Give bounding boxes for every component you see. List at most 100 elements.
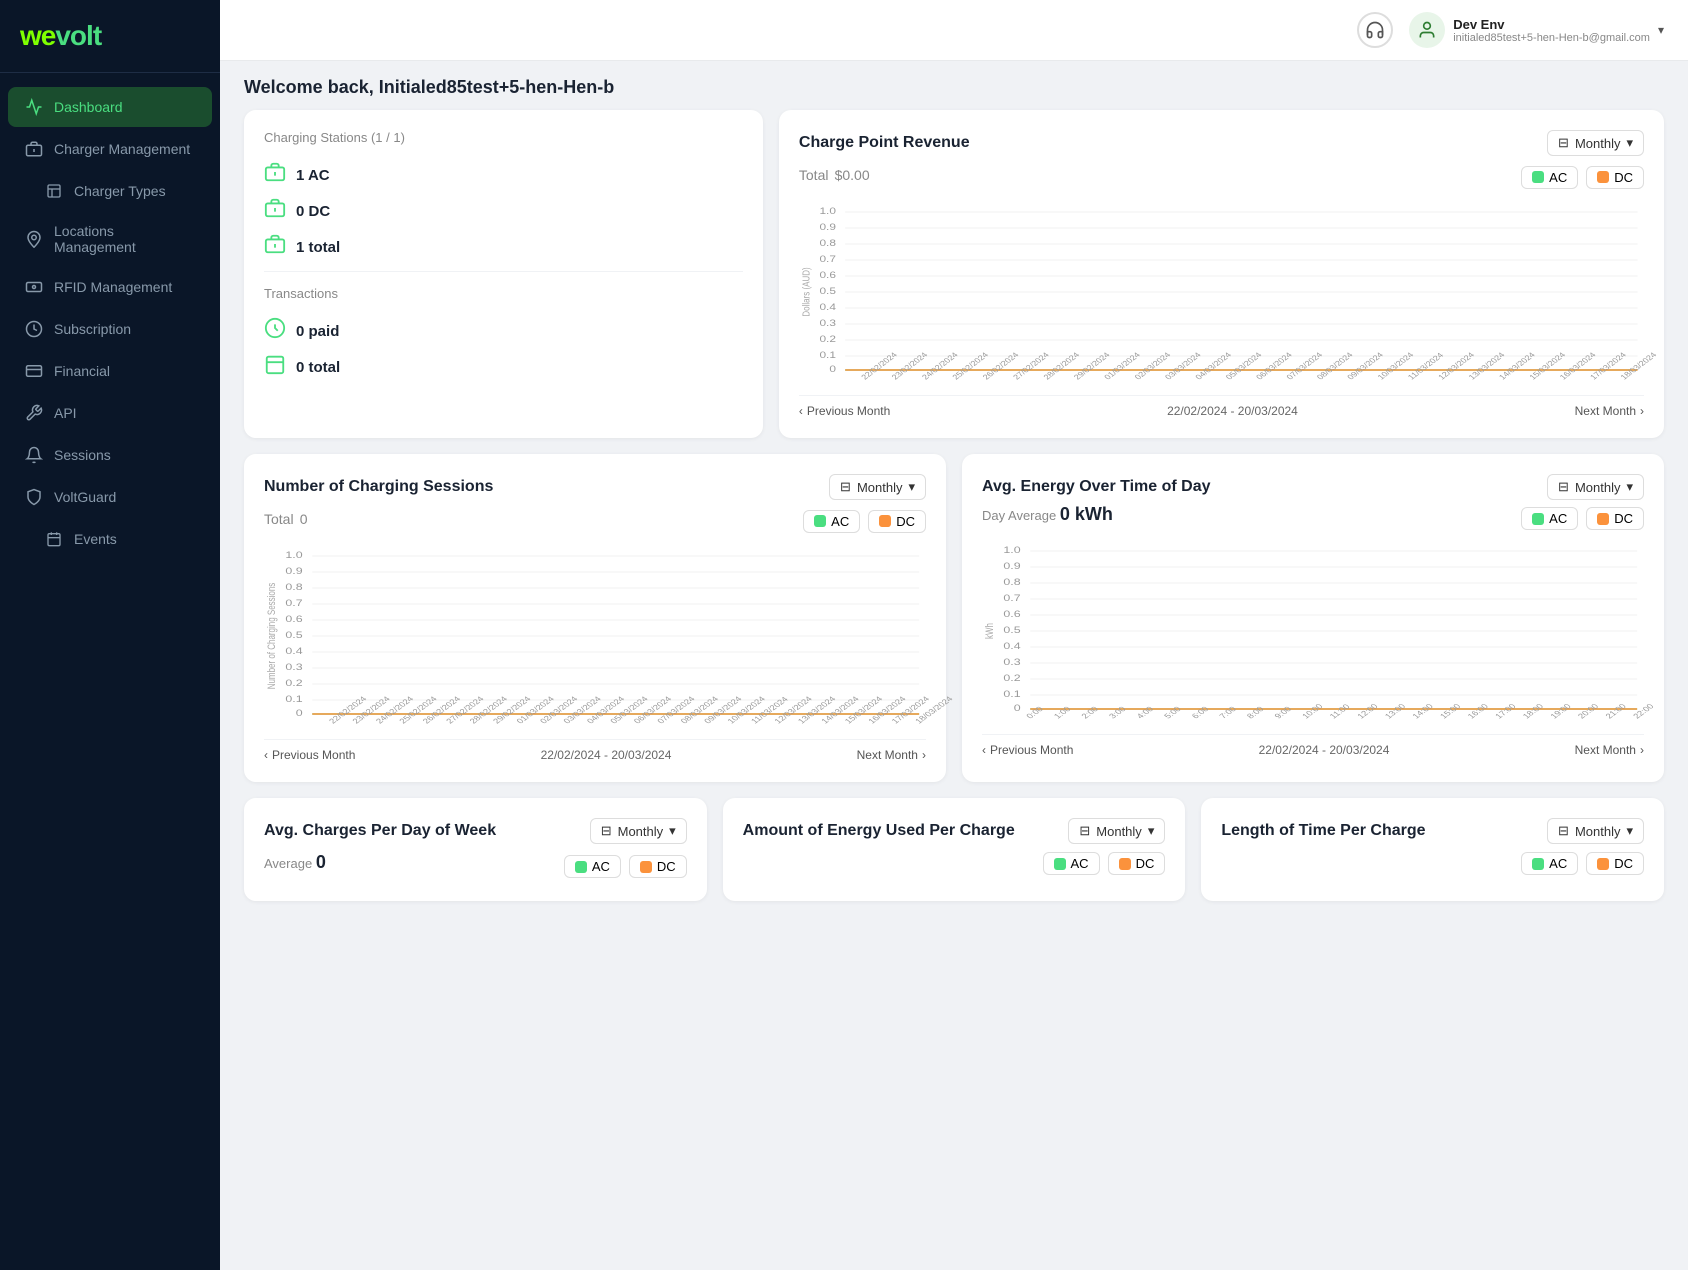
svg-text:0.3: 0.3 [819, 318, 836, 328]
total-transactions-icon [264, 353, 286, 381]
svg-text:0.8: 0.8 [819, 238, 836, 248]
sidebar-nav: Dashboard Charger Management Charger Typ… [0, 77, 220, 1270]
svg-text:0.1: 0.1 [819, 350, 836, 360]
legend-dc[interactable]: DC [1586, 852, 1644, 875]
svg-text:0.2: 0.2 [819, 334, 836, 344]
svg-text:0.6: 0.6 [819, 270, 836, 280]
sessions-prev-month[interactable]: ‹ Previous Month [264, 748, 355, 762]
dashboard-grid: Charging Stations (1 / 1) 1 AC 0 DC [220, 110, 1688, 925]
svg-text:17:00: 17:00 [1493, 702, 1518, 720]
avg-charges-average: Average 0 [264, 852, 326, 873]
svg-text:0.2: 0.2 [1003, 674, 1020, 684]
svg-text:8:00: 8:00 [1244, 704, 1266, 720]
sidebar-item-locations[interactable]: Locations Management [8, 213, 212, 265]
svg-text:0.7: 0.7 [1003, 594, 1020, 604]
sidebar-item-sessions[interactable]: Sessions [8, 435, 212, 475]
time-per-charge-filter-btn[interactable]: ⊟ Monthly ▾ [1547, 818, 1644, 844]
legend-dc[interactable]: DC [629, 855, 687, 878]
svg-text:11:00: 11:00 [1327, 702, 1352, 720]
legend-dc[interactable]: DC [1586, 166, 1644, 189]
transactions-title: Transactions [264, 286, 743, 301]
sidebar-item-label: RFID Management [54, 279, 172, 295]
sidebar-item-voltguard[interactable]: VoltGuard [8, 477, 212, 517]
sessions-icon [24, 445, 44, 465]
sidebar-item-subscription[interactable]: Subscription [8, 309, 212, 349]
sidebar-item-label: Charger Management [54, 141, 190, 157]
legend-dc[interactable]: DC [1108, 852, 1166, 875]
filter-icon: ⊟ [1558, 479, 1569, 495]
energy-per-charge-filter-btn[interactable]: ⊟ Monthly ▾ [1068, 818, 1165, 844]
energy-per-charge-header: Amount of Energy Used Per Charge ⊟ Month… [743, 818, 1166, 844]
sidebar-item-api[interactable]: API [8, 393, 212, 433]
user-menu[interactable]: Dev Env initialed85test+5-hen-Hen-b@gmai… [1409, 12, 1664, 48]
total-charger-icon [264, 233, 286, 261]
avg-charges-day-card: Avg. Charges Per Day of Week ⊟ Monthly ▾… [244, 798, 707, 901]
main-content: Dev Env initialed85test+5-hen-Hen-b@gmai… [220, 0, 1688, 1270]
sessions-next-month[interactable]: Next Month › [857, 748, 926, 762]
svg-text:15:00: 15:00 [1438, 702, 1463, 720]
svg-text:21:00: 21:00 [1603, 702, 1628, 720]
rfid-icon [24, 277, 44, 297]
user-email: initialed85test+5-hen-Hen-b@gmail.com [1453, 32, 1650, 44]
energy-filter-btn[interactable]: ⊟ Monthly ▾ [1547, 474, 1644, 500]
sidebar-item-label: Locations Management [54, 223, 196, 255]
sidebar-item-events[interactable]: Events [8, 519, 212, 559]
sidebar-item-label: Events [74, 531, 117, 547]
sidebar-item-rfid[interactable]: RFID Management [8, 267, 212, 307]
legend-ac[interactable]: AC [1521, 852, 1578, 875]
subscription-icon [24, 319, 44, 339]
revenue-filter-btn[interactable]: ⊟ Monthly ▾ [1547, 130, 1644, 156]
charger-types-icon [44, 181, 64, 201]
total-transactions-row: 0 total [264, 349, 743, 385]
chevron-down-icon: ▾ [669, 823, 676, 839]
legend-ac[interactable]: AC [1521, 507, 1578, 530]
time-per-charge-card: Length of Time Per Charge ⊟ Monthly ▾ AC [1201, 798, 1664, 901]
locations-icon [24, 229, 44, 249]
svg-text:5:00: 5:00 [1162, 704, 1184, 720]
filter-icon: ⊟ [601, 823, 612, 839]
ac-dot [1532, 171, 1544, 183]
sidebar-item-financial[interactable]: Financial [8, 351, 212, 391]
legend-dc[interactable]: DC [868, 510, 926, 533]
sessions-filter-btn[interactable]: ⊟ Monthly ▾ [829, 474, 926, 500]
svg-text:18:00: 18:00 [1520, 702, 1545, 720]
legend-ac[interactable]: AC [564, 855, 621, 878]
row-2: Number of Charging Sessions ⊟ Monthly ▾ … [244, 454, 1664, 782]
sidebar-item-charger-management[interactable]: Charger Management [8, 129, 212, 169]
chevron-down-icon: ▾ [908, 479, 915, 495]
dc-charger-icon [264, 197, 286, 225]
avg-charges-legend: AC DC [564, 855, 687, 878]
energy-next-month[interactable]: Next Month › [1575, 743, 1644, 757]
date-range: 22/02/2024 - 20/03/2024 [1167, 404, 1298, 418]
legend-ac[interactable]: AC [803, 510, 860, 533]
svg-text:3:00: 3:00 [1107, 704, 1129, 720]
sidebar-item-label: Dashboard [54, 99, 123, 115]
row-3: Avg. Charges Per Day of Week ⊟ Monthly ▾… [244, 798, 1664, 901]
legend-ac[interactable]: AC [1043, 852, 1100, 875]
legend-dc[interactable]: DC [1586, 507, 1644, 530]
svg-text:0.9: 0.9 [1003, 562, 1020, 572]
sessions-chart: 1.0 0.9 0.8 0.7 0.6 0.5 0.4 0.3 0.2 0.1 … [264, 546, 926, 731]
dc-stat-row: 0 DC [264, 193, 743, 229]
energy-legend: AC DC [1521, 507, 1644, 530]
sidebar-item-charger-types[interactable]: Charger Types [8, 171, 212, 211]
support-button[interactable] [1357, 12, 1393, 48]
svg-text:0.3: 0.3 [285, 663, 302, 673]
avg-charges-filter-btn[interactable]: ⊟ Monthly ▾ [590, 818, 687, 844]
legend-ac[interactable]: AC [1521, 166, 1578, 189]
svg-text:9:00: 9:00 [1272, 704, 1294, 720]
charging-stations-card: Charging Stations (1 / 1) 1 AC 0 DC [244, 110, 763, 438]
energy-prev-month[interactable]: ‹ Previous Month [982, 743, 1073, 757]
financial-icon [24, 361, 44, 381]
energy-title: Avg. Energy Over Time of Day [982, 478, 1211, 496]
svg-text:0: 0 [1014, 704, 1021, 714]
svg-text:0.1: 0.1 [1003, 690, 1020, 700]
sidebar-item-dashboard[interactable]: Dashboard [8, 87, 212, 127]
user-details: Dev Env initialed85test+5-hen-Hen-b@gmai… [1453, 17, 1650, 44]
sidebar: wevolt Dashboard Charger Management Char… [0, 0, 220, 1270]
svg-text:0.4: 0.4 [285, 647, 302, 657]
svg-text:12:00: 12:00 [1355, 702, 1380, 720]
prev-month-btn[interactable]: ‹ Previous Month [799, 404, 890, 418]
next-month-btn[interactable]: Next Month › [1575, 404, 1644, 418]
sessions-title: Number of Charging Sessions [264, 478, 493, 496]
